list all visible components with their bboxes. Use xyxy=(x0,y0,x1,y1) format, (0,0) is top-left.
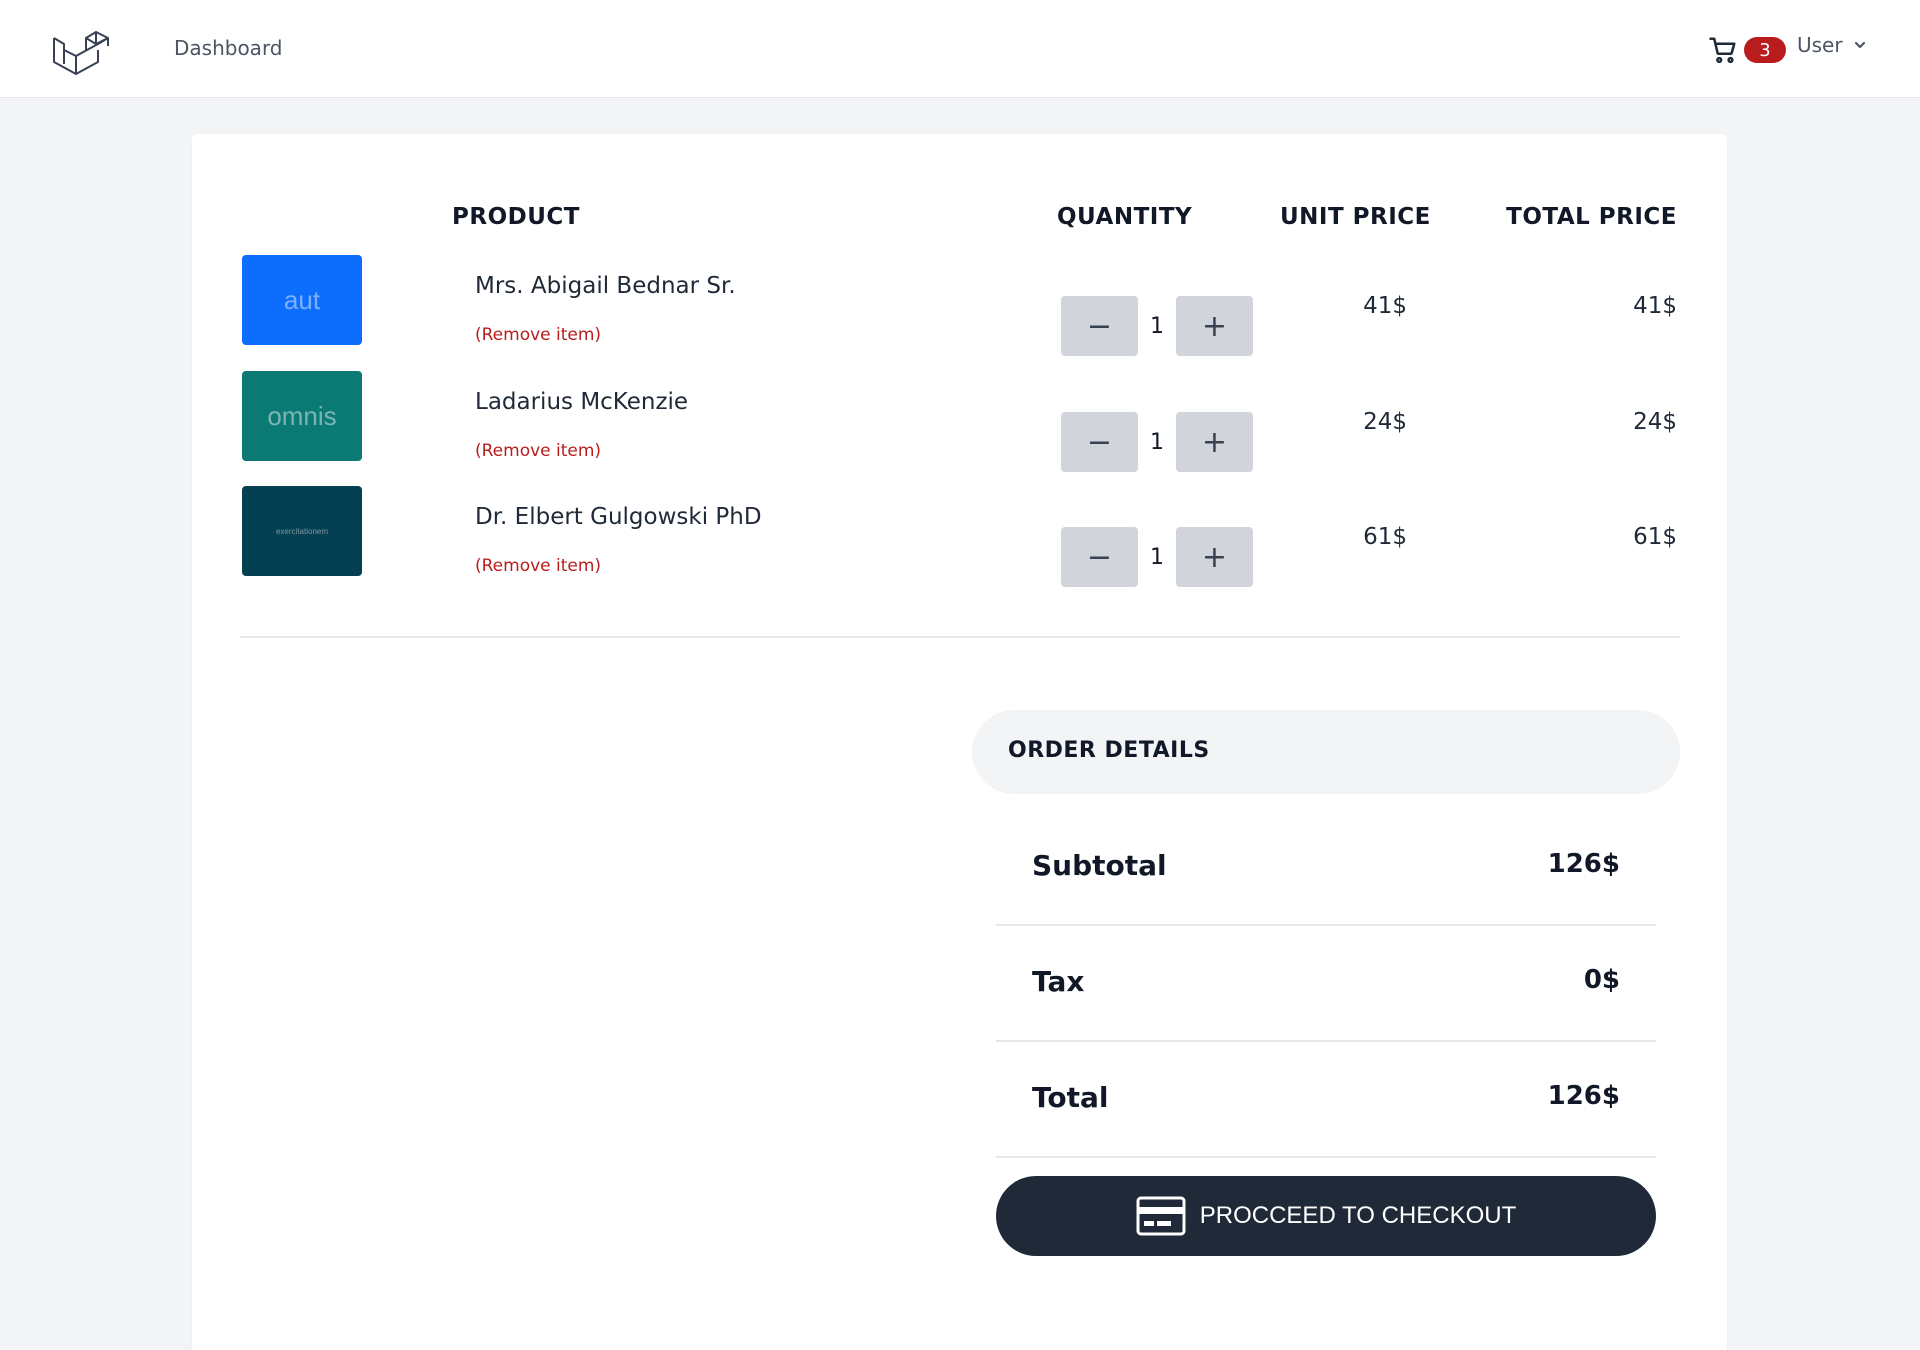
subtotal-value: 126$ xyxy=(1547,849,1620,879)
decrement-quantity-button[interactable]: − xyxy=(1061,296,1138,356)
total-price: 61$ xyxy=(1633,524,1677,550)
order-details-title: ORDER DETAILS xyxy=(1008,738,1210,763)
cart-item-row: exercitationem Dr. Elbert Gulgowski PhD … xyxy=(192,486,1727,601)
decrement-quantity-button[interactable]: − xyxy=(1061,527,1138,587)
tax-value: 0$ xyxy=(1583,965,1620,995)
shopping-cart-icon[interactable] xyxy=(1708,35,1738,65)
thumbnail-text: exercitationem xyxy=(275,526,329,536)
proceed-to-checkout-button[interactable]: PROCCEED TO CHECKOUT xyxy=(996,1176,1656,1256)
product-thumbnail: exercitationem xyxy=(242,486,362,576)
nav-dashboard-link[interactable]: Dashboard xyxy=(174,36,283,60)
cart-card: PRODUCT QUANTITY UNIT PRICE TOTAL PRICE … xyxy=(192,134,1727,1350)
cart-item-row: omnis Ladarius McKenzie (Remove item) − … xyxy=(192,371,1727,486)
cart-count-badge[interactable]: 3 xyxy=(1744,37,1786,63)
column-header-unit-price: UNIT PRICE xyxy=(1280,204,1431,230)
column-header-product: PRODUCT xyxy=(452,204,580,230)
increment-quantity-button[interactable]: + xyxy=(1176,527,1253,587)
thumbnail-text: omnis xyxy=(267,400,337,431)
order-details-header: ORDER DETAILS xyxy=(972,710,1680,794)
remove-item-link[interactable]: (Remove item) xyxy=(475,325,601,345)
credit-card-icon xyxy=(1136,1196,1186,1236)
quantity-value: 1 xyxy=(1150,313,1164,339)
divider xyxy=(240,636,1680,638)
remove-item-link[interactable]: (Remove item) xyxy=(475,441,601,461)
tax-row: Tax 0$ xyxy=(996,925,1656,1042)
subtotal-label: Subtotal xyxy=(1032,849,1167,882)
quantity-value: 1 xyxy=(1150,429,1164,455)
quantity-value: 1 xyxy=(1150,544,1164,570)
increment-quantity-button[interactable]: + xyxy=(1176,296,1253,356)
product-thumbnail: omnis xyxy=(242,371,362,461)
decrement-quantity-button[interactable]: − xyxy=(1061,412,1138,472)
product-name: Mrs. Abigail Bednar Sr. xyxy=(475,273,736,299)
total-value: 126$ xyxy=(1547,1081,1620,1111)
remove-item-link[interactable]: (Remove item) xyxy=(475,556,601,576)
laravel-logo-icon[interactable] xyxy=(50,26,112,76)
total-row: Total 126$ xyxy=(996,1041,1656,1158)
cart-item-row: aut Mrs. Abigail Bednar Sr. (Remove item… xyxy=(192,255,1727,370)
subtotal-row: Subtotal 126$ xyxy=(996,809,1656,926)
unit-price: 24$ xyxy=(1363,409,1407,435)
unit-price: 61$ xyxy=(1363,524,1407,550)
top-navigation: Dashboard 3 User xyxy=(0,0,1920,98)
quantity-stepper: − 1 + xyxy=(1061,296,1253,356)
total-price: 24$ xyxy=(1633,409,1677,435)
quantity-stepper: − 1 + xyxy=(1061,527,1253,587)
total-label: Total xyxy=(1032,1081,1109,1114)
column-header-quantity: QUANTITY xyxy=(1057,204,1193,230)
thumbnail-text: aut xyxy=(283,284,321,315)
column-header-total-price: TOTAL PRICE xyxy=(1506,204,1677,230)
product-name: Ladarius McKenzie xyxy=(475,389,689,415)
total-price: 41$ xyxy=(1633,293,1677,319)
product-name: Dr. Elbert Gulgowski PhD xyxy=(475,504,762,530)
checkout-button-label: PROCCEED TO CHECKOUT xyxy=(1199,1202,1517,1229)
quantity-stepper: − 1 + xyxy=(1061,412,1253,472)
user-menu-dropdown[interactable]: User xyxy=(1797,33,1867,57)
tax-label: Tax xyxy=(1032,965,1085,998)
increment-quantity-button[interactable]: + xyxy=(1176,412,1253,472)
chevron-down-icon xyxy=(1854,41,1865,49)
user-menu-label: User xyxy=(1797,33,1843,57)
unit-price: 41$ xyxy=(1363,293,1407,319)
product-thumbnail: aut xyxy=(242,255,362,345)
